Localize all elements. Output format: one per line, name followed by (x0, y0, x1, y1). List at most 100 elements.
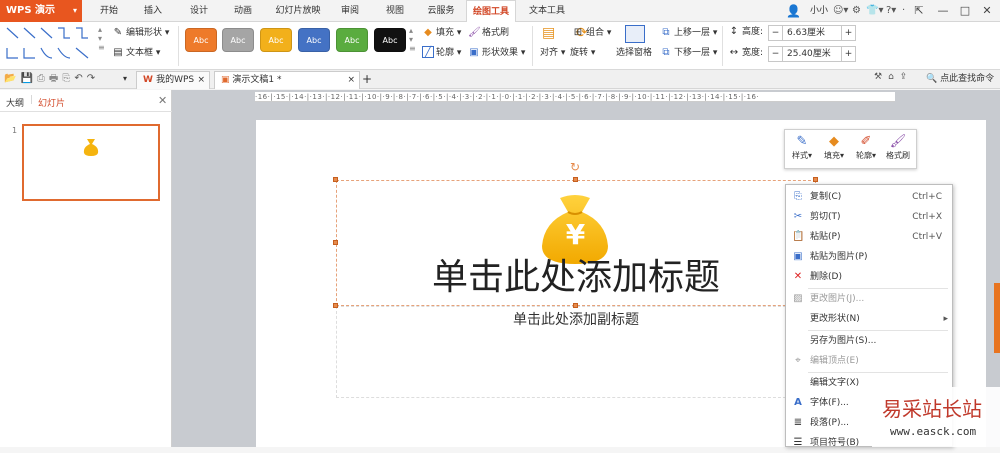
print-icon[interactable]: 🖶 (49, 73, 62, 84)
close-tab-icon[interactable]: × (197, 72, 205, 89)
height-value[interactable]: 6.63厘米 (783, 26, 841, 40)
share-icon[interactable]: ⇪ (900, 72, 914, 82)
menu-item-paste[interactable]: 📋 粘贴(P) Ctrl+V (786, 227, 954, 247)
tab-text-tools[interactable]: 文本工具 (522, 0, 572, 22)
tab-my-wps[interactable]: W 我的WPS × (136, 71, 210, 89)
print-preview-icon[interactable]: ⎘ (62, 73, 74, 84)
rotate-handle-icon[interactable]: ↻ (570, 160, 580, 174)
edit-shape-button[interactable]: ✎ 编辑形状 ▾ (112, 26, 170, 40)
shirt-icon[interactable]: 👕▾ (866, 0, 883, 22)
user-name[interactable]: 小小 (810, 0, 828, 22)
tab-design[interactable]: 设计 (182, 0, 216, 22)
rotate-button[interactable]: 旋转 ▾ (570, 46, 595, 60)
tab-slideshow[interactable]: 幻灯片放映 (270, 0, 326, 22)
app-menu-button[interactable]: WPS 演示 ▾ (0, 0, 82, 22)
height-decrement-button[interactable]: − (769, 26, 783, 40)
style-gallery-scroll-icon[interactable]: ▴ ▾ ≡ (409, 26, 416, 53)
connector-shapes-icon[interactable] (4, 25, 96, 65)
find-command-search[interactable]: 🔍 点此查找命令 (926, 70, 994, 88)
slide-title[interactable]: 单击此处添加标题 (336, 252, 816, 304)
fill-button[interactable]: ◆ 填充 ▾ (422, 26, 461, 40)
quick-access-icons[interactable]: 📂💾⎙🖶⎘↶↷ (4, 72, 99, 86)
help-icon[interactable]: ?▾ (886, 0, 896, 22)
paint-bucket-icon: ◆ (424, 27, 432, 38)
settings-icon[interactable]: ⚙ (852, 0, 861, 22)
width-increment-button[interactable]: + (841, 47, 855, 61)
width-decrement-button[interactable]: − (769, 47, 783, 61)
align-icon[interactable]: ▤ (542, 25, 560, 41)
tab-home[interactable]: 开始 (92, 0, 126, 22)
bookmark-icon[interactable]: ⌂ (888, 72, 900, 82)
save-as-icon[interactable]: ⎙ (37, 73, 49, 84)
shape-style-green[interactable]: Abc (336, 28, 368, 52)
maximize-icon[interactable]: □ (956, 2, 974, 20)
shape-style-black[interactable]: Abc (374, 28, 406, 52)
bring-forward-button[interactable]: ⧉ 上移一层 ▾ (660, 26, 717, 40)
menu-item-cut[interactable]: ✂ 剪切(T) Ctrl+X (786, 207, 954, 227)
skin-icon[interactable]: ☺▾ (833, 0, 848, 22)
more-icon[interactable]: · (902, 0, 905, 22)
minimize-icon[interactable]: — (934, 2, 952, 20)
resize-handle[interactable] (573, 177, 578, 182)
tab-drawing-tools[interactable]: 绘图工具 (466, 0, 516, 22)
close-tab-icon[interactable]: × (347, 72, 355, 89)
mini-outline-button[interactable]: ✐ 轮廓▾ (851, 134, 881, 161)
textbox-icon: ▤ (113, 47, 123, 58)
close-icon[interactable]: ✕ (978, 2, 996, 20)
menu-item-paste-as-image[interactable]: ▣ 粘贴为图片(P) (786, 247, 954, 267)
tab-view[interactable]: 视图 (378, 0, 412, 22)
mini-brush-button[interactable]: 🖌 格式刷 (883, 134, 913, 161)
height-increment-button[interactable]: + (841, 26, 855, 40)
shape-style-orange[interactable]: Abc (185, 28, 217, 52)
tab-document[interactable]: ▣ 演示文稿1 * × (214, 71, 360, 89)
shape-gallery[interactable] (4, 25, 96, 65)
menu-item-delete[interactable]: ✕ 删除(D) (786, 267, 954, 287)
width-value[interactable]: 25.40厘米 (783, 47, 841, 61)
tab-animation[interactable]: 动画 (226, 0, 260, 22)
textbox-button[interactable]: ▤ 文本框 ▾ (112, 46, 160, 60)
tab-slides[interactable]: 幻灯片 (38, 96, 65, 109)
mini-style-button[interactable]: ✎ 样式▾ (787, 134, 817, 161)
shape-effect-button[interactable]: ▣ 形状效果 ▾ (468, 46, 525, 60)
menu-item-change-shape[interactable]: 更改形状(N) ▸ (786, 309, 954, 329)
menu-item-save-as-image[interactable]: 另存为图片(S)... (786, 331, 954, 351)
undo-icon[interactable]: ↶ (74, 73, 86, 84)
watermark-text: 易采站长站 (882, 397, 982, 421)
toolbar-misc-icons[interactable]: ⚒⌂⇪ (874, 72, 913, 82)
close-pane-icon[interactable]: ✕ (158, 94, 167, 107)
customize-qat-icon[interactable]: ▾ (123, 72, 127, 86)
tab-review[interactable]: 审阅 (333, 0, 367, 22)
hammer-icon[interactable]: ⚒ (874, 72, 888, 82)
save-icon[interactable]: 💾 (20, 73, 36, 84)
avatar-icon[interactable]: 👤 (786, 3, 801, 19)
resize-handle[interactable] (813, 177, 818, 182)
selection-pane-icon[interactable] (625, 25, 645, 43)
tab-outline[interactable]: 大纲 (6, 96, 24, 109)
mini-fill-button[interactable]: ◆ 填充▾ (819, 134, 849, 161)
new-tab-icon[interactable]: + (362, 70, 372, 88)
format-brush-button[interactable]: 🖌格式刷 (468, 26, 509, 40)
resize-handle[interactable] (333, 177, 338, 182)
send-backward-button[interactable]: ⧉ 下移一层 ▾ (660, 46, 717, 60)
side-panel-toggle[interactable] (994, 283, 1000, 353)
group-button[interactable]: ⊞ 组合 ▾ (572, 26, 612, 40)
outline-button[interactable]: ╱ 轮廓 ▾ (422, 46, 461, 60)
open-icon[interactable]: 📂 (4, 73, 20, 84)
align-button[interactable]: 对齐 ▾ (540, 46, 565, 60)
restore-ribbon-icon[interactable]: ⇱ (910, 2, 928, 20)
shape-style-gold[interactable]: Abc (260, 28, 292, 52)
redo-icon[interactable]: ↷ (87, 73, 99, 84)
slide-thumbnail[interactable] (22, 124, 160, 201)
tab-insert[interactable]: 插入 (136, 0, 170, 22)
selection-pane-button[interactable]: 选择窗格 (616, 46, 652, 60)
resize-handle[interactable] (333, 240, 338, 245)
height-field[interactable]: −6.63厘米 + (768, 25, 856, 41)
shape-style-gray[interactable]: Abc (222, 28, 254, 52)
horizontal-ruler[interactable]: ·16·|·15·|·14·|·13·|·12·|·11·|·10·|·9·|·… (255, 92, 895, 102)
tab-cloud[interactable]: 云服务 (420, 0, 462, 22)
shape-style-blue[interactable]: Abc (298, 28, 330, 52)
menu-item-copy[interactable]: ⎘ 复制(C) Ctrl+C (786, 187, 954, 207)
gallery-scroll-icon[interactable]: ▴ ▾ ≡ (98, 25, 105, 52)
slide-subtitle[interactable]: 单击此处添加副标题 (336, 310, 816, 330)
width-field[interactable]: −25.40厘米 + (768, 46, 856, 62)
